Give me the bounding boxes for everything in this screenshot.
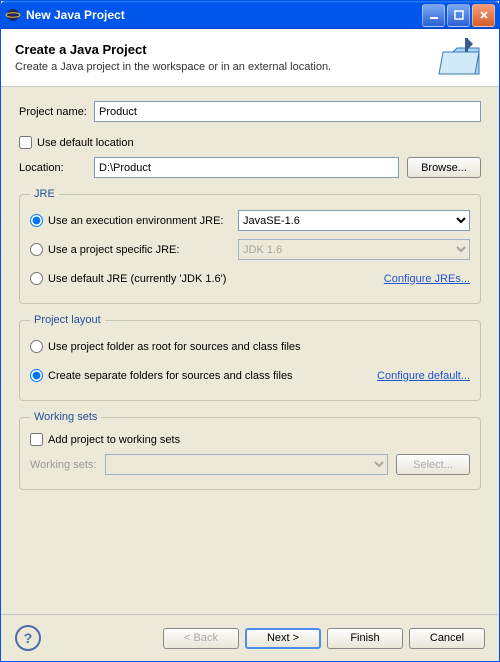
jre-exec-env-label: Use an execution environment JRE: — [48, 215, 238, 227]
use-default-location-label: Use default location — [37, 137, 134, 149]
wizard-header: Create a Java Project Create a Java proj… — [1, 29, 499, 87]
jre-legend: JRE — [30, 188, 59, 200]
jre-project-specific-label: Use a project specific JRE: — [48, 244, 238, 256]
cancel-button[interactable]: Cancel — [409, 628, 485, 649]
working-sets-select — [105, 454, 388, 475]
jre-default-radio[interactable] — [30, 272, 43, 285]
wizard-footer: ? < Back Next > Finish Cancel — [1, 614, 499, 661]
browse-button[interactable]: Browse... — [407, 157, 481, 178]
layout-root-label: Use project folder as root for sources a… — [48, 341, 301, 353]
select-working-sets-button: Select... — [396, 454, 470, 475]
finish-button[interactable]: Finish — [327, 628, 403, 649]
configure-jres-link[interactable]: Configure JREs... — [384, 273, 470, 285]
page-subtitle: Create a Java project in the workspace o… — [15, 61, 437, 73]
eclipse-icon — [5, 7, 21, 23]
project-layout-group: Project layout Use project folder as roo… — [19, 314, 481, 401]
maximize-button[interactable] — [447, 4, 470, 27]
close-button[interactable] — [472, 4, 495, 27]
working-sets-group: Working sets Add project to working sets… — [19, 411, 481, 490]
project-layout-legend: Project layout — [30, 314, 105, 326]
layout-root-radio[interactable] — [30, 340, 43, 353]
dialog-window: New Java Project Create a Java Project C… — [0, 0, 500, 662]
project-name-label: Project name: — [19, 106, 94, 118]
back-button: < Back — [163, 628, 239, 649]
help-button[interactable]: ? — [15, 625, 41, 651]
location-label: Location: — [19, 162, 94, 174]
next-button[interactable]: Next > — [245, 628, 321, 649]
project-name-input[interactable] — [94, 101, 481, 122]
jre-project-specific-radio[interactable] — [30, 243, 43, 256]
layout-separate-label: Create separate folders for sources and … — [48, 370, 377, 382]
add-to-working-sets-label: Add project to working sets — [48, 434, 180, 446]
page-title: Create a Java Project — [15, 42, 437, 57]
minimize-button[interactable] — [422, 4, 445, 27]
use-default-location-checkbox[interactable] — [19, 136, 32, 149]
working-sets-legend: Working sets — [30, 411, 101, 423]
jre-exec-env-radio[interactable] — [30, 214, 43, 227]
wizard-content: Project name: Use default location Locat… — [1, 87, 499, 614]
working-sets-label: Working sets: — [30, 459, 105, 471]
titlebar[interactable]: New Java Project — [1, 1, 499, 29]
location-input[interactable] — [94, 157, 399, 178]
configure-default-link[interactable]: Configure default... — [377, 370, 470, 382]
folder-wizard-icon — [437, 34, 485, 82]
layout-separate-radio[interactable] — [30, 369, 43, 382]
jre-exec-env-select[interactable]: JavaSE-1.6 — [238, 210, 470, 231]
add-to-working-sets-checkbox[interactable] — [30, 433, 43, 446]
jre-default-label: Use default JRE (currently 'JDK 1.6') — [48, 273, 384, 285]
jre-project-specific-select: JDK 1.6 — [238, 239, 470, 260]
window-title: New Java Project — [26, 8, 420, 22]
jre-group: JRE Use an execution environment JRE: Ja… — [19, 188, 481, 304]
